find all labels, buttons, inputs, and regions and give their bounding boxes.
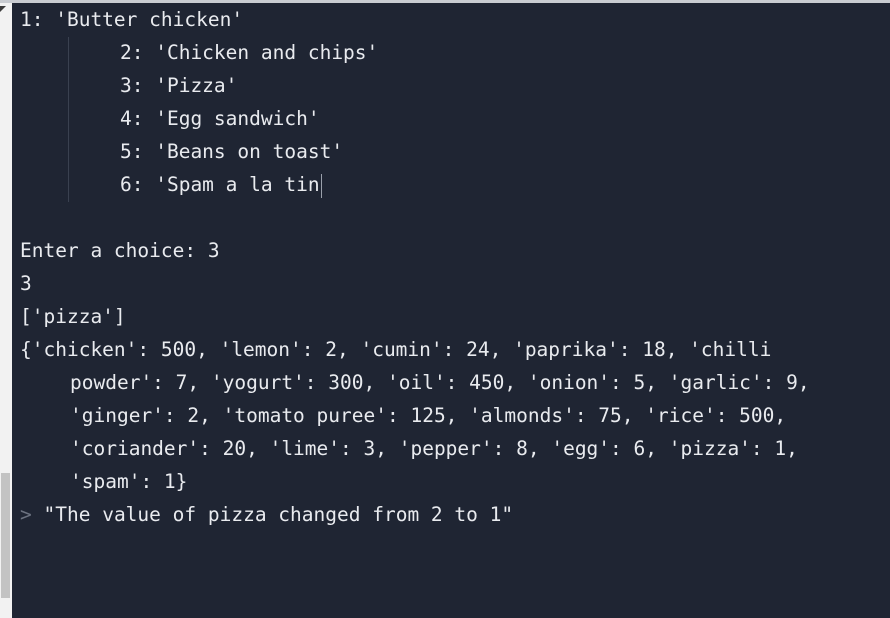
- text-cursor: [320, 173, 322, 198]
- scrollbar-thumb[interactable]: [1, 473, 10, 598]
- echo-output: 3: [20, 272, 32, 295]
- dict-line-4: 'coriander': 20, 'lime': 3, 'pepper': 8,…: [70, 437, 798, 460]
- console-output: 1: 'Butter chicken' 2: 'Chicken and chip…: [12, 3, 890, 618]
- result-line: > "The value of pizza changed from 2 to …: [20, 498, 513, 531]
- menu-line-4: 4: 'Egg sandwich': [120, 107, 320, 130]
- menu-line-6: 6: 'Spam a la tin: [120, 168, 322, 201]
- result-prompt-icon: >: [20, 503, 32, 526]
- menu-line-5: 5: 'Beans on toast': [120, 140, 344, 163]
- menu-line-3: 3: 'Pizza': [120, 74, 238, 97]
- dict-line-5: 'spam': 1}: [70, 470, 188, 493]
- menu-line-1: 1: 'Butter chicken': [20, 8, 244, 31]
- input-prompt-line: Enter a choice: 3: [20, 239, 220, 262]
- indent-guide: [68, 37, 69, 202]
- result-text: "The value of pizza changed from 2 to 1": [43, 503, 514, 526]
- scrollbar-track[interactable]: [0, 3, 12, 618]
- menu-line-2: 2: 'Chicken and chips': [120, 41, 379, 64]
- dict-line-1: {'chicken': 500, 'lemon': 2, 'cumin': 24…: [20, 338, 772, 361]
- resize-arrow-icon: [0, 6, 6, 12]
- dict-line-2: powder': 7, 'yogurt': 300, 'oil': 450, '…: [70, 371, 810, 394]
- dict-line-3: 'ginger': 2, 'tomato puree': 125, 'almon…: [70, 404, 787, 427]
- selection-list-output: ['pizza']: [20, 305, 126, 328]
- menu-line-6-text: 6: 'Spam a la tin: [120, 173, 320, 196]
